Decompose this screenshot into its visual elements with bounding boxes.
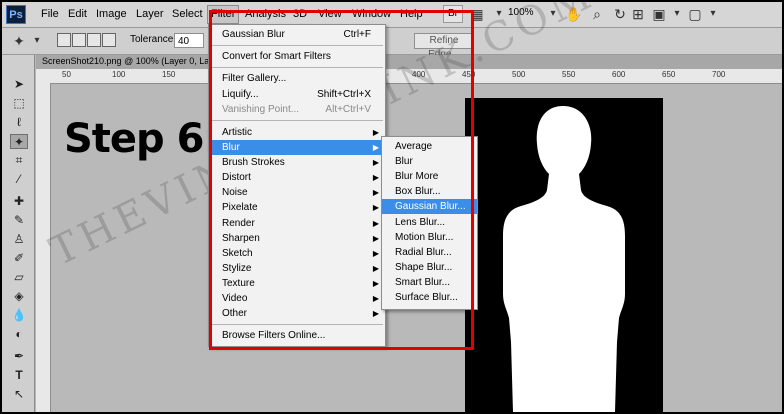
- highlight-callout-box: [209, 10, 474, 350]
- eyedropper-tool-icon[interactable]: ⁄: [10, 172, 28, 187]
- marquee-tool-icon[interactable]: ⬚: [10, 96, 28, 111]
- brush-tool-icon[interactable]: ✎: [10, 213, 28, 228]
- paint-bucket-tool-icon[interactable]: ◈: [10, 289, 28, 304]
- step-heading: Step 6:: [64, 116, 219, 162]
- lasso-tool-icon[interactable]: ℓ: [10, 115, 28, 130]
- history-brush-tool-icon[interactable]: ✐: [10, 251, 28, 266]
- tolerance-label: Tolerance:: [130, 34, 177, 45]
- ruler-tick: 50: [62, 70, 71, 79]
- ruler-tick: 100: [112, 70, 126, 79]
- arrange-documents-icon[interactable]: ▣: [650, 5, 668, 23]
- pen-tool-icon[interactable]: ✒: [10, 349, 28, 364]
- screen-mode-icon[interactable]: ▢: [686, 5, 704, 23]
- type-tool-icon[interactable]: T: [10, 368, 28, 383]
- ruler-tick: 150: [162, 70, 176, 79]
- healing-brush-tool-icon[interactable]: ✚: [10, 194, 28, 209]
- arrange-dropdown-icon[interactable]: ▾: [668, 5, 686, 23]
- blur-tool-icon[interactable]: 💧: [10, 308, 28, 323]
- tools-panel: ➤ ⬚ ℓ ✦ ⌗ ⁄ ✚ ✎ ♙ ✐ ▱ ◈ 💧 ◐ ✒ T ↖: [2, 55, 35, 412]
- ruler-tick: 700: [712, 70, 726, 79]
- menu-select[interactable]: Select: [169, 6, 206, 23]
- tool-preset-dropdown-icon[interactable]: ▾: [28, 32, 46, 50]
- magic-wand-tool-icon[interactable]: ✦: [10, 32, 28, 50]
- clone-stamp-tool-icon[interactable]: ♙: [10, 232, 28, 247]
- crop-tool-icon[interactable]: ⌗: [10, 153, 28, 168]
- ruler-tick: 500: [512, 70, 526, 79]
- path-selection-tool-icon[interactable]: ↖: [10, 387, 28, 402]
- ruler-tick: 550: [562, 70, 576, 79]
- intersect-selection-icon[interactable]: [102, 33, 116, 47]
- photoshop-logo: Ps: [6, 5, 26, 24]
- tolerance-input[interactable]: 40: [174, 33, 204, 48]
- move-tool-icon[interactable]: ➤: [10, 77, 28, 92]
- add-to-selection-icon[interactable]: [72, 33, 86, 47]
- silhouette-image: [465, 98, 663, 412]
- screen-mode-dropdown-icon[interactable]: ▾: [704, 5, 722, 23]
- menu-image[interactable]: Image: [93, 6, 130, 23]
- ruler-icon[interactable]: ⊞: [629, 5, 647, 23]
- woman-silhouette: [503, 106, 625, 412]
- photoshop-window: Ps File Edit Image Layer Select Filter A…: [2, 2, 782, 412]
- ruler-tick: 600: [612, 70, 626, 79]
- ruler-tick: 650: [662, 70, 676, 79]
- menu-layer[interactable]: Layer: [133, 6, 167, 23]
- rotate-view-icon[interactable]: ↻: [611, 5, 629, 23]
- eraser-tool-icon[interactable]: ▱: [10, 270, 28, 285]
- document-tab-label: ScreenShot210.png @ 100% (Layer 0, La: [42, 56, 210, 66]
- menu-file[interactable]: File: [38, 6, 62, 23]
- new-selection-icon[interactable]: [57, 33, 71, 47]
- dodge-tool-icon[interactable]: ◐: [10, 327, 28, 342]
- subtract-from-selection-icon[interactable]: [87, 33, 101, 47]
- menu-edit[interactable]: Edit: [65, 6, 90, 23]
- magic-wand-tool-icon[interactable]: ✦: [10, 134, 28, 149]
